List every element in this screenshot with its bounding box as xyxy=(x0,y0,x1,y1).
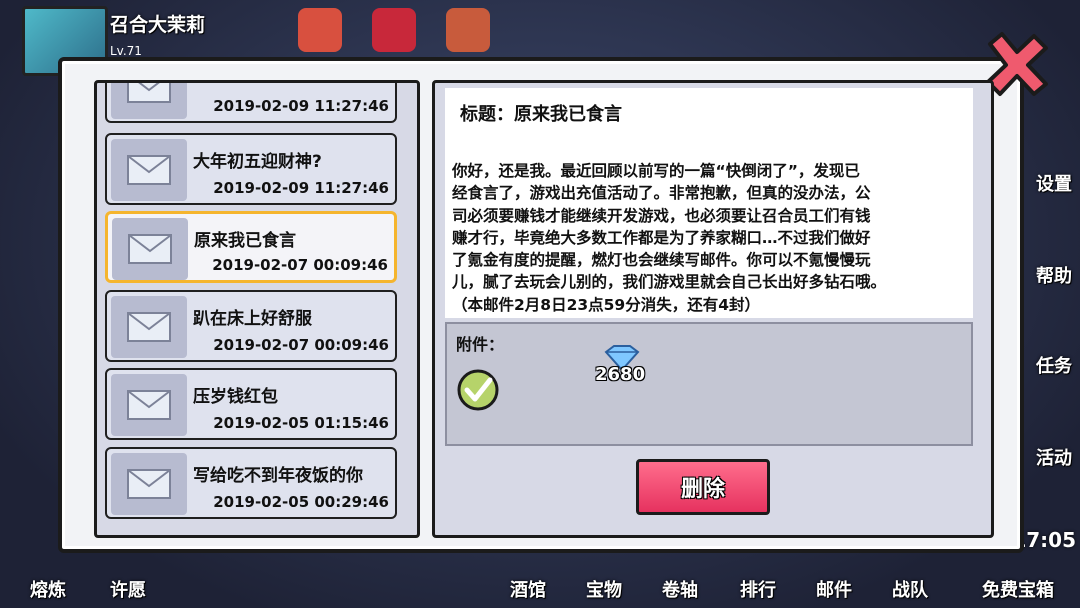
bottom-menu-free-chest[interactable]: 免费宝箱 xyxy=(982,576,1054,602)
bottom-menu-tavern[interactable]: 酒馆 xyxy=(510,576,546,602)
envelope-icon xyxy=(111,139,187,201)
side-menu-settings[interactable]: 设置 xyxy=(1036,170,1072,196)
attachment-box xyxy=(445,322,973,446)
mail-title: 标题：原来我已食言 xyxy=(460,104,622,125)
side-menu-tasks[interactable]: 任务 xyxy=(1036,352,1072,378)
red-envelope-icon[interactable] xyxy=(372,8,416,52)
mail-item[interactable]: 写给吃不到年夜饭的你 2019-02-05 00:29:46 xyxy=(105,447,397,519)
mail-date: 2019-02-09 11:27:46 xyxy=(213,97,389,115)
mail-item[interactable]: 压岁钱红包 2019-02-05 01:15:46 xyxy=(105,368,397,440)
top-bar: 召合大茉莉 Lv.71 xyxy=(0,0,1080,76)
mail-item[interactable]: 2019-02-09 11:27:46 xyxy=(105,83,397,123)
envelope-icon xyxy=(111,83,187,119)
delete-button[interactable]: 删除 xyxy=(636,459,770,515)
side-menu-events[interactable]: 活动 xyxy=(1036,444,1072,470)
bottom-menu-treasure[interactable]: 宝物 xyxy=(586,576,622,602)
mail-subject: 趴在床上好舒服 xyxy=(193,309,312,329)
mail-date: 2019-02-07 00:09:46 xyxy=(213,336,389,354)
mail-date: 2019-02-07 00:09:46 xyxy=(212,256,388,274)
envelope-icon xyxy=(111,296,187,358)
envelope-icon xyxy=(111,374,187,436)
bottom-menu-team[interactable]: 战队 xyxy=(892,576,928,602)
mail-date: 2019-02-05 01:15:46 xyxy=(213,414,389,432)
bottom-menu-wish[interactable]: 许愿 xyxy=(110,576,146,602)
mail-date: 2019-02-09 11:27:46 xyxy=(213,179,389,197)
gem-count: 2680 xyxy=(595,364,646,385)
check-icon xyxy=(457,369,499,411)
mail-subject: 压岁钱红包 xyxy=(193,387,278,407)
bottom-menu-mail[interactable]: 邮件 xyxy=(816,576,852,602)
bottom-menu-scroll[interactable]: 卷轴 xyxy=(662,576,698,602)
bottom-menu-smelt[interactable]: 熔炼 xyxy=(30,576,66,602)
mail-item[interactable]: 大年初五迎财神? 2019-02-09 11:27:46 xyxy=(105,133,397,205)
mail-subject: 写给吃不到年夜饭的你 xyxy=(193,466,363,486)
player-name: 召合大茉莉 xyxy=(110,14,206,36)
mail-subject: 原来我已食言 xyxy=(194,231,296,251)
mail-list-panel[interactable]: 2019-02-09 11:27:46 大年初五迎财神? 2019-02-09 … xyxy=(94,80,420,538)
gift-icon[interactable] xyxy=(298,8,342,52)
mail-item-selected[interactable]: 原来我已食言 2019-02-07 00:09:46 xyxy=(105,211,397,283)
side-menu-help[interactable]: 帮助 xyxy=(1036,262,1072,288)
envelope-icon xyxy=(111,453,187,515)
bottom-menu-rank[interactable]: 排行 xyxy=(740,576,776,602)
player-level: Lv.71 xyxy=(110,44,142,58)
mail-date: 2019-02-05 00:29:46 xyxy=(213,493,389,511)
mail-item[interactable]: 趴在床上好舒服 2019-02-07 00:09:46 xyxy=(105,290,397,362)
card-icon[interactable] xyxy=(446,8,490,52)
mail-subject: 大年初五迎财神? xyxy=(193,152,322,172)
attachment-label: 附件： xyxy=(456,335,505,354)
mail-body: 你好，还是我。最近回顾以前写的一篇“快倒闭了”，发现已 经食言了，游戏出充值活动… xyxy=(452,162,887,314)
envelope-icon xyxy=(112,218,188,280)
